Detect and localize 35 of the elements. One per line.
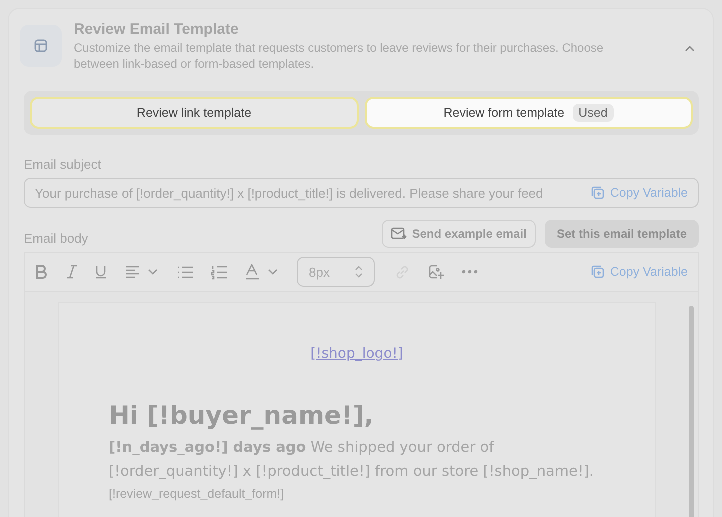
font-size-field[interactable]: 8px	[297, 257, 375, 287]
text-color-dropdown-icon[interactable]	[245, 264, 279, 280]
copy-add-icon	[591, 186, 606, 200]
section-title: Review Email Template	[74, 21, 240, 38]
copy-variable-link[interactable]: Copy Variable	[591, 186, 688, 200]
tab-label: Review form template	[444, 106, 565, 120]
template-tab[interactable]: Review link template	[30, 97, 358, 129]
italic-icon[interactable]	[67, 265, 77, 279]
field-label: Email subject	[24, 157, 102, 172]
tab-label: Review link template	[136, 106, 252, 120]
used-badge: Used	[572, 104, 614, 122]
copy-variable-link[interactable]: Copy Variable	[591, 265, 688, 279]
bullet-list-icon[interactable]	[177, 266, 193, 278]
subject-field[interactable]: Your purchase of [!order_quantity!] x [!product_title!] is delivered. Please share your feed Copy Variable	[24, 178, 699, 208]
shop-logo-link[interactable]: [!shop_logo!]	[310, 346, 404, 362]
numbered-list-icon[interactable]	[211, 264, 227, 280]
email-heading: Hi [!buyer_name!],	[109, 401, 375, 430]
underline-icon[interactable]	[95, 265, 107, 279]
email-paragraph: [!n_days_ago!] days ago We shipped your order of [!order_quantity!] x [!product_title!] from our store [!shop_name!].	[109, 439, 596, 482]
add-image-icon[interactable]	[428, 264, 444, 280]
copy-add-icon	[591, 265, 606, 279]
form-placeholder-text: [!review_request_default_form!]	[109, 487, 286, 501]
field-label: Email body	[24, 230, 90, 246]
chevron-up-icon	[685, 46, 695, 52]
more-icon[interactable]	[462, 270, 478, 274]
mail-send-icon	[391, 227, 408, 241]
section-description: Customize the email template that requests customers to leave reviews for their purchases. Choose between link-based or form-based templates.	[74, 40, 605, 72]
align-dropdown-icon[interactable]	[125, 266, 159, 278]
scrollbar[interactable]	[689, 306, 694, 517]
send-example-button[interactable]: Send example email	[382, 220, 536, 248]
editor-area[interactable]: [!shop_logo!] Hi [!buyer_name!], [!n_days_ago!] days ago We shipped your order of [!order_quantity!] x [!product_title!] from our store [!shop_name!]. [!review_request_default_form!]	[25, 291, 698, 517]
template-tab[interactable]: Review form template Used	[364, 97, 693, 129]
stepper-icon	[355, 265, 363, 279]
template-icon	[20, 25, 62, 67]
bold-icon[interactable]	[35, 265, 47, 279]
